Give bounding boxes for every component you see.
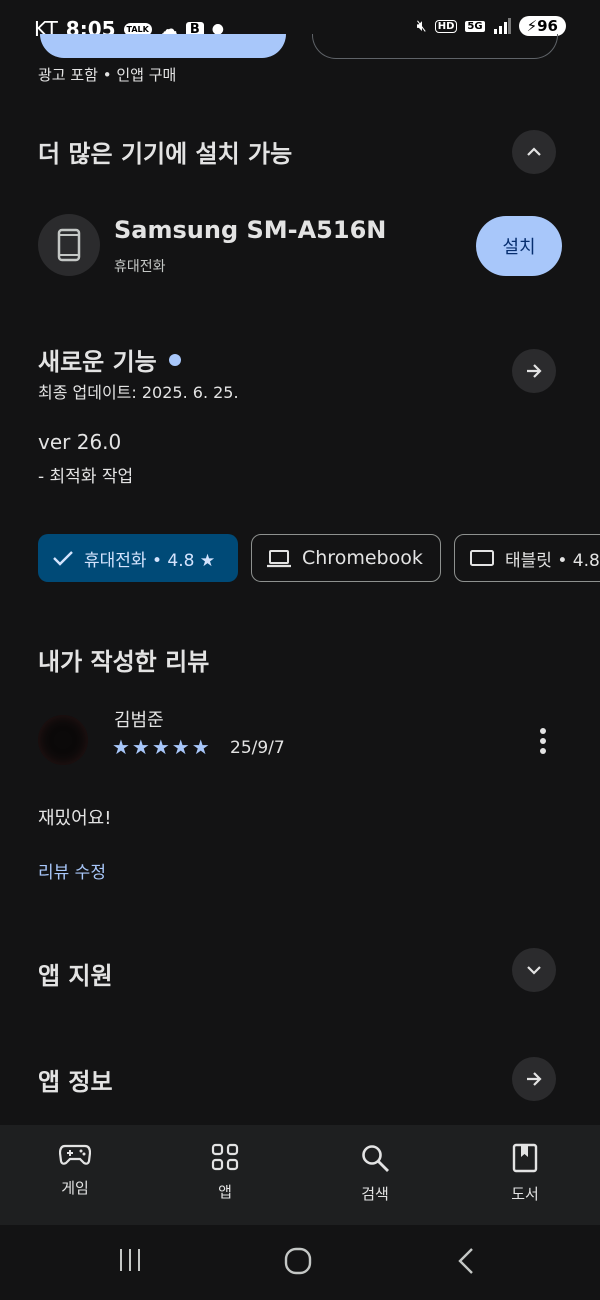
app-support-expand-button[interactable] bbox=[512, 948, 556, 992]
network-icon: 5G bbox=[465, 20, 485, 32]
chip-phone-label: 휴대전화 • 4.8 ★ bbox=[84, 550, 216, 571]
install-label: 설치 bbox=[502, 237, 536, 258]
system-nav-bar bbox=[0, 1225, 600, 1300]
app-info-arrow-button[interactable] bbox=[512, 1057, 556, 1101]
nav-books-label: 도서 bbox=[511, 1185, 539, 1203]
nav-apps[interactable]: 앱 bbox=[165, 1143, 285, 1202]
devices-section-title: 더 많은 기기에 설치 가능 bbox=[38, 140, 293, 168]
review-author: 김범준 bbox=[114, 710, 164, 731]
chip-tablet-label: 태블릿 • 4.8 bbox=[505, 550, 600, 571]
version-text: ver 26.0 bbox=[38, 430, 122, 454]
device-name: Samsung SM-A516N bbox=[114, 216, 387, 244]
book-icon bbox=[512, 1143, 538, 1173]
back-icon[interactable] bbox=[456, 1247, 476, 1275]
chevron-up-icon bbox=[527, 147, 541, 156]
device-type: 휴대전화 bbox=[114, 259, 166, 275]
nav-games-label: 게임 bbox=[61, 1179, 89, 1197]
phone-icon bbox=[57, 228, 81, 262]
review-stars: ★★★★★ bbox=[112, 735, 212, 759]
chip-tablet[interactable]: 태블릿 • 4.8 bbox=[454, 534, 600, 582]
app-info-title: 앱 정보 bbox=[38, 1068, 113, 1096]
check-icon bbox=[53, 551, 73, 566]
mute-icon: 🔇︎ bbox=[416, 16, 427, 35]
chevron-down-icon bbox=[527, 966, 541, 975]
nav-games[interactable]: 게임 bbox=[15, 1143, 135, 1198]
hd-icon: HD bbox=[434, 19, 458, 33]
new-dot-icon bbox=[168, 353, 181, 366]
last-updated: 최종 업데이트: 2025. 6. 25. bbox=[38, 383, 239, 402]
chip-chromebook[interactable]: Chromebook bbox=[251, 534, 441, 582]
install-button[interactable]: 설치 bbox=[476, 216, 562, 276]
nav-search[interactable]: 검색 bbox=[315, 1143, 435, 1204]
whats-new-header: 새로운 기능 bbox=[38, 342, 181, 377]
laptop-icon bbox=[267, 550, 291, 568]
gamepad-icon bbox=[59, 1144, 91, 1165]
chip-chromebook-label: Chromebook bbox=[302, 547, 423, 569]
home-icon[interactable] bbox=[284, 1247, 312, 1275]
nav-apps-label: 앱 bbox=[218, 1183, 232, 1201]
review-date: 25/9/7 bbox=[230, 738, 285, 758]
review-menu-button[interactable] bbox=[530, 724, 556, 758]
whats-new-arrow-button[interactable] bbox=[512, 349, 556, 393]
top-secondary-button[interactable] bbox=[312, 34, 558, 59]
release-notes: - 최적화 작업 bbox=[38, 467, 134, 487]
tablet-icon bbox=[470, 550, 494, 566]
device-avatar bbox=[38, 214, 100, 276]
arrow-right-icon bbox=[527, 364, 542, 378]
signal-icon bbox=[493, 18, 511, 34]
battery-icon: ⚡︎96 bbox=[518, 16, 566, 36]
avatar bbox=[38, 715, 88, 765]
apps-grid-icon bbox=[211, 1143, 239, 1171]
bottom-nav: 게임 앱 검색 도서 bbox=[0, 1125, 600, 1225]
app-support-title: 앱 지원 bbox=[38, 962, 113, 990]
status-right: 🔇︎ HD 5G ⚡︎96 bbox=[417, 16, 566, 36]
app-tags: 광고 포함 • 인앱 구매 bbox=[38, 66, 177, 84]
nav-books[interactable]: 도서 bbox=[465, 1143, 585, 1204]
more-vert-icon bbox=[540, 728, 546, 754]
collapse-button[interactable] bbox=[512, 130, 556, 174]
nav-search-label: 검색 bbox=[361, 1185, 389, 1203]
review-text: 재밌어요! bbox=[38, 808, 112, 829]
recents-icon[interactable] bbox=[118, 1248, 142, 1272]
search-icon bbox=[362, 1145, 389, 1172]
arrow-right-icon bbox=[527, 1072, 542, 1086]
edit-review-link[interactable]: 리뷰 수정 bbox=[38, 858, 106, 883]
my-review-title: 내가 작성한 리뷰 bbox=[38, 648, 210, 676]
battery-level: 96 bbox=[537, 17, 558, 35]
chip-phone[interactable]: 휴대전화 • 4.8 ★ bbox=[38, 534, 238, 582]
top-primary-button[interactable] bbox=[40, 34, 286, 58]
whats-new-title: 새로운 기능 bbox=[38, 348, 157, 376]
